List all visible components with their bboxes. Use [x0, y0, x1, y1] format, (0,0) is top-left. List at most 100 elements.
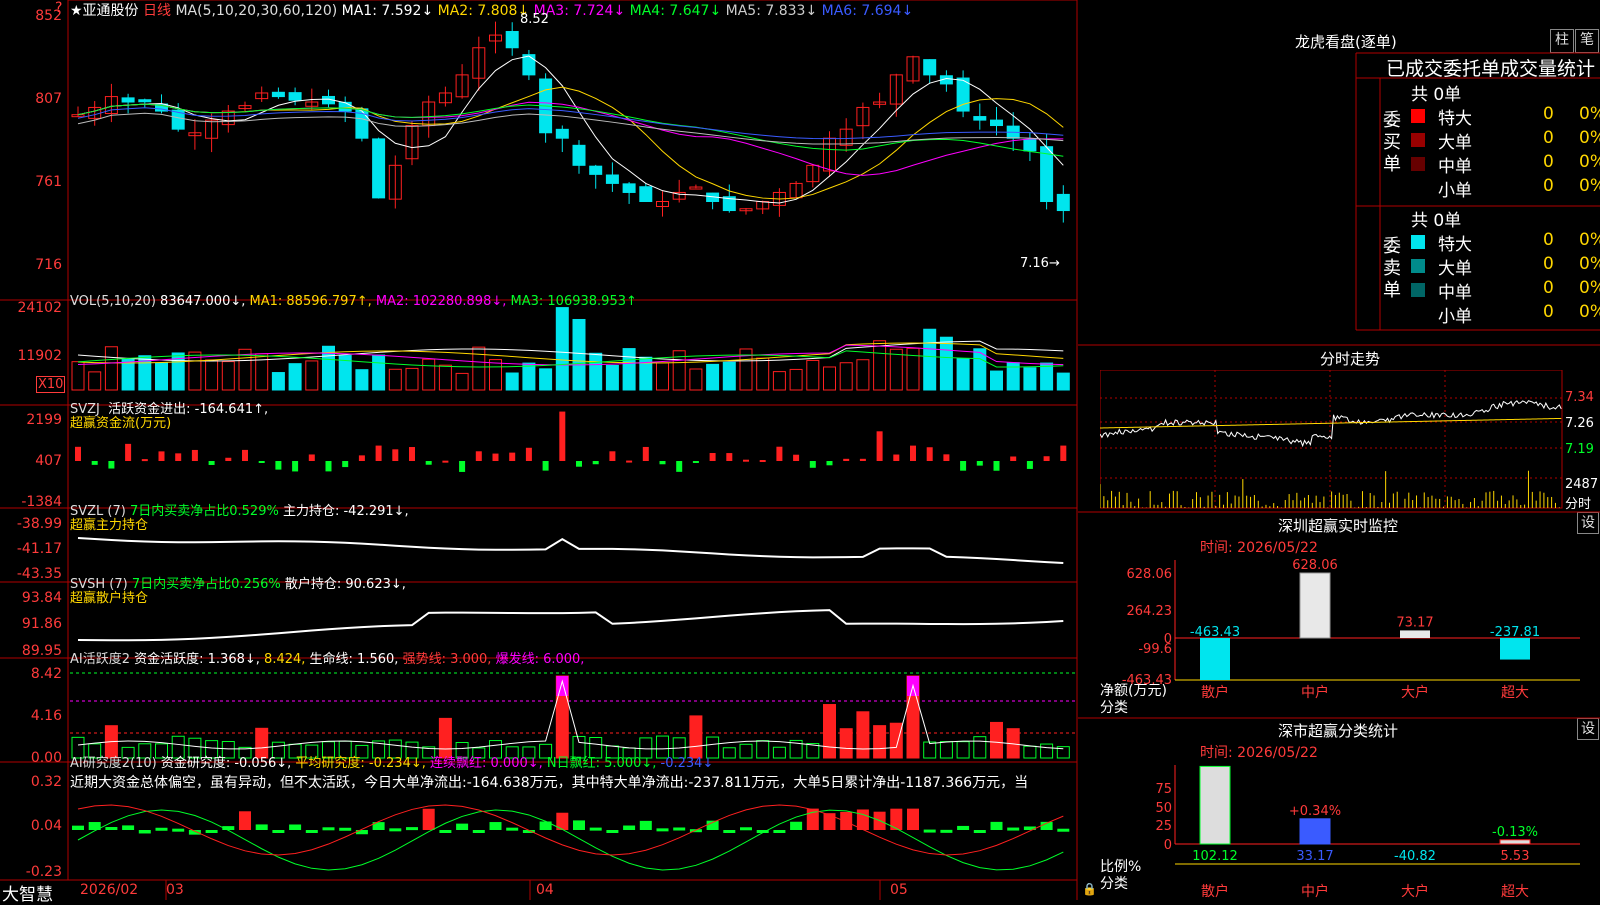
ai3-bar — [973, 830, 986, 833]
ai2-bar — [939, 741, 953, 759]
ma-value-2: MA2: 7.808↓ — [433, 3, 530, 19]
volume-bar — [455, 372, 469, 391]
ai3-bar — [255, 824, 268, 830]
ai3-nred: N日飘红: 5.000↓, — [546, 756, 657, 771]
svzj-bar — [659, 461, 666, 465]
ai3-bar — [957, 825, 970, 830]
volume-bar — [706, 363, 720, 391]
ai2-bar — [756, 740, 770, 759]
ai3-bar — [422, 808, 435, 830]
svzj-bar — [1060, 445, 1067, 461]
price-axis-label: 807 — [35, 91, 62, 107]
ai2-bar — [889, 722, 903, 759]
svzj-bar — [342, 461, 349, 468]
ai3-bar — [773, 830, 786, 833]
volume-bar — [806, 359, 820, 391]
svzj-axis-label: 2199 — [26, 412, 62, 428]
ai2-legend: AI活跃度2 资金活跃度: 1.368↓, 8.424, 生命线: 1.560,… — [70, 648, 584, 667]
volume-bar — [288, 363, 302, 391]
svsh-axis-label: 93.84 — [21, 590, 62, 606]
svzj-bar — [960, 461, 967, 471]
ma-line-1 — [77, 55, 1064, 204]
svzl-subtitle: 超赢主力持仓 — [70, 518, 149, 533]
svzj-subtitle: 超赢资金流(万元) — [70, 416, 172, 431]
svsh-axis-label: 89.95 — [21, 643, 62, 659]
candle-body — [288, 92, 302, 101]
svzj-bar — [175, 453, 182, 461]
ai2-bar — [956, 741, 970, 759]
volume-bar — [873, 340, 887, 391]
svzj-bar — [626, 460, 633, 463]
volume-bar — [906, 347, 920, 391]
ai2-bar-top — [556, 676, 569, 696]
candle-body — [639, 186, 653, 203]
ai2-axis-label: 8.42 — [30, 666, 62, 682]
candle-body — [589, 165, 603, 175]
ai3-bar — [923, 829, 936, 833]
svzj-bar — [392, 449, 399, 461]
candle-body — [990, 119, 1003, 127]
volume-bar — [722, 361, 736, 391]
period-label[interactable]: 日线 — [143, 3, 171, 19]
svzj-bar — [910, 445, 916, 461]
svzl-axis-label: -38.99 — [16, 516, 62, 532]
ai3-axis-label: 0.32 — [30, 774, 62, 790]
ma-value-6: MA6: 7.694↓ — [817, 3, 914, 19]
ai2-bar — [739, 743, 753, 759]
vol-value: 83647.000↓, — [160, 294, 246, 309]
low-price-label: 7.16→ — [1020, 256, 1060, 271]
candle-body — [338, 101, 352, 112]
volume-bar — [505, 372, 519, 391]
ai3-axis-label: 0.04 — [30, 818, 62, 834]
svzj-bar — [375, 445, 382, 461]
svzj-bar — [692, 461, 699, 463]
ai3-bar — [138, 830, 151, 834]
volume-bar — [155, 362, 168, 391]
candle-body — [622, 183, 636, 193]
volume-bar — [1056, 372, 1070, 391]
svzj-bar — [208, 461, 215, 465]
volume-bar — [489, 359, 502, 391]
ai3-bar — [656, 828, 669, 832]
svzj-bar — [676, 461, 683, 472]
volume-bar — [656, 362, 669, 391]
ai3-avg: 平均研究度: -0.234↓, — [295, 756, 426, 771]
ai3-bar — [289, 824, 302, 830]
ai3-bar — [907, 808, 919, 830]
volume-bar — [372, 354, 386, 391]
vol-axis-label: 11902 — [17, 348, 62, 364]
volume-bar — [990, 370, 1003, 391]
svzj-bar — [509, 452, 516, 461]
ai3-bar — [456, 823, 469, 830]
svzj-bar — [542, 461, 549, 471]
ai2-life: 生命线: 1.560, — [309, 652, 399, 667]
vol-legend: VOL(5,10,20) 83647.000↓, MA1: 88596.797↑… — [70, 294, 637, 309]
svzj-bar — [642, 446, 649, 461]
svzj-bar — [843, 458, 850, 461]
ai3-bar — [322, 827, 335, 831]
ai3-bar — [205, 830, 218, 833]
ai3-bar — [339, 827, 352, 831]
ai3-bar — [122, 825, 135, 830]
ai3-bar — [673, 827, 686, 831]
svzj-bar — [893, 454, 900, 461]
candle-body — [605, 174, 619, 184]
svzj-bar — [242, 449, 248, 461]
candle-body — [1056, 193, 1070, 212]
ai3-bar — [856, 809, 869, 830]
ai3-description: 近期大资金总体偏空，虽有异动，但不太活跃，今日大单净流出:-164.638万元，… — [70, 775, 1029, 791]
volume-bar — [589, 352, 603, 391]
ai3-axis-label: -0.23 — [25, 864, 62, 880]
svzj-bar — [609, 451, 616, 461]
volume-bar — [923, 328, 937, 391]
ai2-bar — [973, 736, 987, 759]
candle-body — [271, 91, 285, 98]
svzj-bar — [976, 461, 983, 466]
svzj-bar — [576, 461, 582, 467]
candle-body — [522, 54, 536, 76]
ai3-bar — [990, 821, 1003, 830]
ai2-axis-label: 4.16 — [30, 708, 62, 724]
svzj-bar — [409, 447, 415, 461]
svzj-bar — [459, 461, 466, 472]
ai3-bar — [573, 820, 585, 830]
